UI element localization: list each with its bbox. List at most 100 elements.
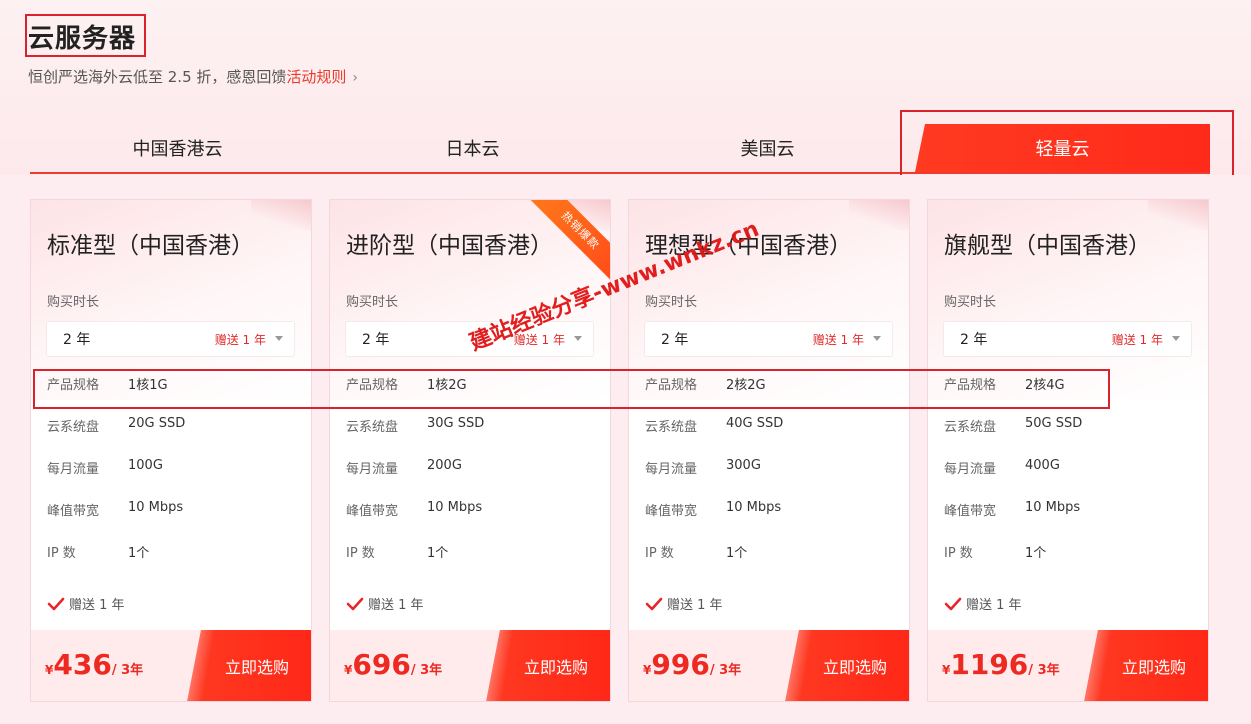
traffic-value: 400G xyxy=(1025,458,1060,473)
gift-row: 赠送 1 年 xyxy=(346,594,424,613)
bandwidth-row: 峰值带宽 10 Mbps xyxy=(645,500,781,519)
spec-label: 产品规格 xyxy=(944,378,997,393)
bandwidth-row: 峰值带宽 10 Mbps xyxy=(944,500,1080,519)
plan-card-standard: 标准型（中国香港） 购买时长 2 年 赠送 1 年 产品规格 1核1G 云系统盘 2… xyxy=(30,199,312,702)
price-value: 996 xyxy=(651,648,710,681)
card-footer: ¥436/ 3年 立即选购 xyxy=(31,630,311,701)
gift-row-text: 赠送 1 年 xyxy=(69,598,125,613)
traffic-label: 每月流量 xyxy=(47,462,100,477)
duration-label: 购买时长 xyxy=(944,295,997,310)
duration-value: 2 年 xyxy=(960,332,988,348)
duration-select[interactable]: 2 年 赠送 1 年 xyxy=(47,322,294,356)
gift-tag: 赠送 1 年 xyxy=(812,332,864,347)
chevron-right-icon: › xyxy=(352,70,359,86)
buy-now-button[interactable]: 立即选购 xyxy=(486,630,610,701)
region-tabs: 中国香港云 日本云 美国云 轻量云 xyxy=(30,124,1210,174)
plan-title: 标准型（中国香港） xyxy=(47,233,254,259)
plan-card-advanced: 热销爆款 进阶型（中国香港） 购买时长 2 年 赠送 1 年 产品规格 1核2G … xyxy=(329,199,611,702)
page-title: 云服务器 xyxy=(28,24,137,54)
tab-lightweight[interactable]: 轻量云 xyxy=(915,124,1210,172)
ip-label: IP 数 xyxy=(645,546,674,561)
bandwidth-value: 10 Mbps xyxy=(427,500,483,515)
spec-label: 产品规格 xyxy=(47,378,100,393)
ip-label: IP 数 xyxy=(944,546,973,561)
card-footer: ¥1196/ 3年 立即选购 xyxy=(928,630,1208,701)
traffic-value: 200G xyxy=(427,458,462,473)
spec-row: 产品规格 2核2G xyxy=(645,374,766,393)
duration-label: 购买时长 xyxy=(47,295,100,310)
spec-label: 产品规格 xyxy=(346,378,399,393)
duration-label: 购买时长 xyxy=(645,295,698,310)
gift-row-text: 赠送 1 年 xyxy=(667,598,723,613)
disk-row: 云系统盘 50G SSD xyxy=(944,416,1082,435)
caret-down-icon xyxy=(275,336,283,341)
gift-row: 赠送 1 年 xyxy=(944,594,1022,613)
traffic-label: 每月流量 xyxy=(645,462,698,477)
spec-row: 产品规格 1核2G xyxy=(346,374,467,393)
bandwidth-value: 10 Mbps xyxy=(726,500,782,515)
price: ¥996/ 3年 xyxy=(643,648,741,681)
ip-label: IP 数 xyxy=(346,546,375,561)
price: ¥696/ 3年 xyxy=(344,648,442,681)
disk-row: 云系统盘 30G SSD xyxy=(346,416,484,435)
plan-title: 理想型（中国香港） xyxy=(645,233,852,259)
buy-now-button[interactable]: 立即选购 xyxy=(1084,630,1208,701)
duration-select[interactable]: 2 年 赠送 1 年 xyxy=(346,322,593,356)
page-subtitle: 恒创严选海外云低至 2.5 折，感恩回馈活动规则 › xyxy=(28,66,358,87)
ip-value: 1个 xyxy=(427,546,449,561)
bandwidth-row: 峰值带宽 10 Mbps xyxy=(47,500,183,519)
price-value: 1196 xyxy=(950,648,1029,681)
price-unit: / 3年 xyxy=(111,663,144,678)
checkmark-icon xyxy=(346,597,364,610)
plan-title: 进阶型（中国香港） xyxy=(346,233,553,259)
gift-tag: 赠送 1 年 xyxy=(214,332,266,347)
spec-label: 产品规格 xyxy=(645,378,698,393)
tab-hongkong[interactable]: 中国香港云 xyxy=(30,124,325,172)
price-unit: / 3年 xyxy=(1028,663,1060,678)
card-footer: ¥696/ 3年 立即选购 xyxy=(330,630,610,701)
spec-row: 产品规格 1核1G xyxy=(47,374,168,393)
spec-value: 2核4G xyxy=(1025,378,1065,393)
plan-card-flagship: 旗舰型（中国香港） 购买时长 2 年 赠送 1 年 产品规格 2核4G 云系统盘 5… xyxy=(927,199,1209,702)
plan-title: 旗舰型（中国香港） xyxy=(944,233,1151,259)
disk-label: 云系统盘 xyxy=(346,420,399,435)
disk-label: 云系统盘 xyxy=(645,420,698,435)
price-unit: / 3年 xyxy=(709,663,742,678)
disk-row: 云系统盘 40G SSD xyxy=(645,416,783,435)
duration-select[interactable]: 2 年 赠送 1 年 xyxy=(645,322,892,356)
spec-row: 产品规格 2核4G xyxy=(944,374,1065,393)
gift-row-text: 赠送 1 年 xyxy=(966,598,1022,613)
duration-value: 2 年 xyxy=(63,332,91,348)
tab-usa[interactable]: 美国云 xyxy=(620,124,915,172)
buy-now-button[interactable]: 立即选购 xyxy=(785,630,909,701)
duration-value: 2 年 xyxy=(661,332,689,348)
price: ¥436/ 3年 xyxy=(45,648,143,681)
price-unit: / 3年 xyxy=(410,663,443,678)
price-value: 436 xyxy=(53,648,112,681)
gift-tag: 赠送 1 年 xyxy=(513,332,565,347)
checkmark-icon xyxy=(944,597,962,610)
bandwidth-row: 峰值带宽 10 Mbps xyxy=(346,500,482,519)
price-value: 696 xyxy=(352,648,411,681)
disk-label: 云系统盘 xyxy=(944,420,997,435)
disk-value: 20G SSD xyxy=(128,416,186,431)
traffic-row: 每月流量 400G xyxy=(944,458,1060,477)
disk-value: 40G SSD xyxy=(726,416,784,431)
gift-tag: 赠送 1 年 xyxy=(1111,332,1163,347)
duration-select[interactable]: 2 年 赠送 1 年 xyxy=(944,322,1191,356)
spec-value: 2核2G xyxy=(726,378,766,393)
ip-label: IP 数 xyxy=(47,546,76,561)
plan-card-ideal: 理想型（中国香港） 购买时长 2 年 赠送 1 年 产品规格 2核2G 云系统盘 4… xyxy=(628,199,910,702)
buy-now-button[interactable]: 立即选购 xyxy=(187,630,311,701)
gift-row-text: 赠送 1 年 xyxy=(368,598,424,613)
tab-japan[interactable]: 日本云 xyxy=(325,124,620,172)
disk-value: 50G SSD xyxy=(1025,416,1083,431)
activity-rules-link[interactable]: 活动规则 xyxy=(286,68,346,86)
checkmark-icon xyxy=(645,597,663,610)
gift-row: 赠送 1 年 xyxy=(645,594,723,613)
bandwidth-label: 峰值带宽 xyxy=(944,504,997,519)
price: ¥1196/ 3年 xyxy=(942,648,1060,681)
card-footer: ¥996/ 3年 立即选购 xyxy=(629,630,909,701)
traffic-row: 每月流量 300G xyxy=(645,458,761,477)
ip-row: IP 数 1个 xyxy=(47,542,149,561)
